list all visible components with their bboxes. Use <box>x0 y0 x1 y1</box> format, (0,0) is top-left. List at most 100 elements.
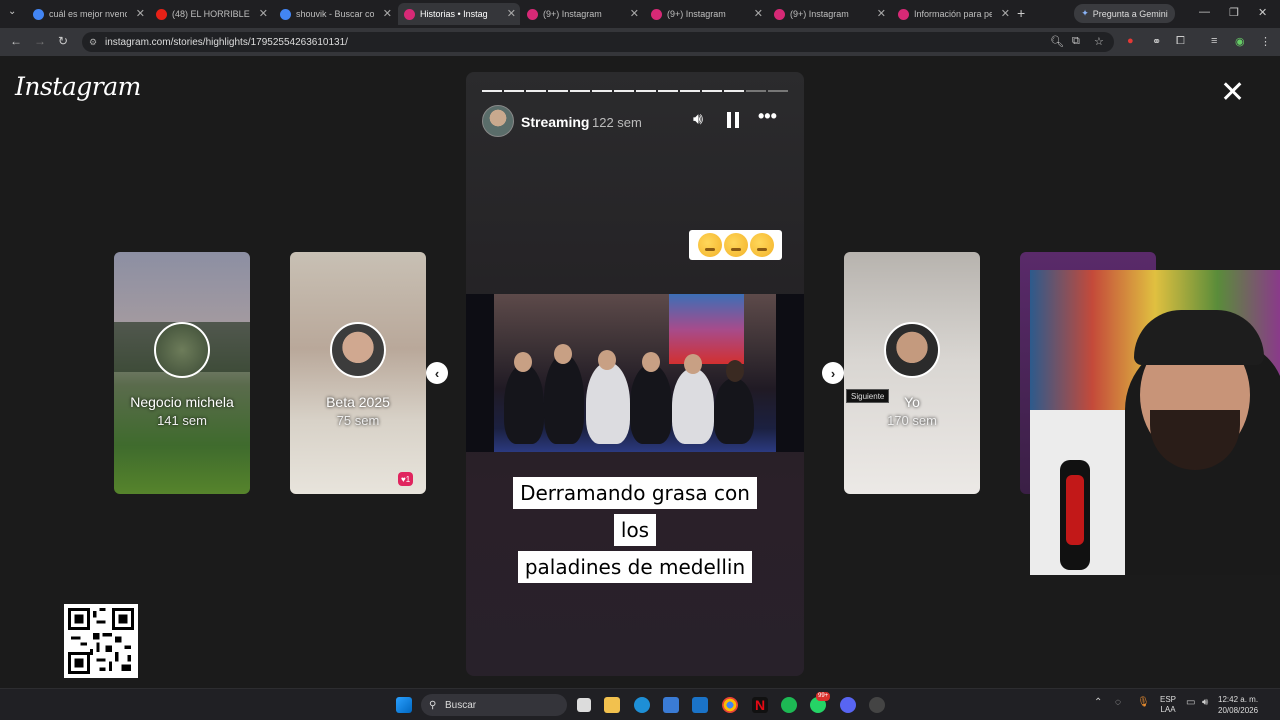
maximize-icon[interactable]: ❐ <box>1229 6 1239 19</box>
story-time: 122 sem <box>592 115 642 130</box>
person-cap <box>1134 310 1264 365</box>
avatar <box>154 322 210 378</box>
gemini-icon: ✦ <box>1081 8 1089 18</box>
speaker-icon[interactable]: 🔊︎ <box>1202 697 1208 708</box>
tab-close-icon[interactable]: ✕ <box>259 7 268 20</box>
tab-close-icon[interactable]: ✕ <box>754 7 763 20</box>
tab-close-icon[interactable]: ✕ <box>630 7 639 20</box>
profile-icon[interactable]: ◉ <box>1235 35 1245 48</box>
qr-code-image <box>68 608 134 674</box>
browser-tab[interactable]: Información para per ✕ <box>892 3 1014 25</box>
tab-close-icon[interactable]: ✕ <box>136 7 145 20</box>
qr-code <box>64 604 138 678</box>
netflix-icon[interactable]: N <box>752 697 768 713</box>
progress-segment <box>768 90 788 92</box>
minimize-icon[interactable]: — <box>1199 6 1210 18</box>
side-story-beta-2025[interactable]: Beta 2025 75 sem ♥ 1 <box>290 252 426 494</box>
tab-title: cuál es mejor nvenc I <box>49 9 127 19</box>
tab-close-icon[interactable]: ✕ <box>383 7 392 20</box>
tab-title: Información para per <box>914 9 992 19</box>
windows-taskbar: ⚲ Buscar N 99+ ⌃ ◌ 🎙︎ ESP LAA ▭ 🔊︎ 12:42… <box>0 688 1280 720</box>
display-icon[interactable]: ▭ <box>1186 697 1195 708</box>
next-story-button[interactable]: › <box>822 362 844 384</box>
browser-tab[interactable]: (9+) Instagram ✕ <box>768 3 890 25</box>
story-caption: Derramando grasa con los paladines de me… <box>510 476 760 587</box>
story-viewer[interactable]: Streaming 122 sem 🔊︎ ••• Derramando gras… <box>466 72 804 676</box>
media-control-icon[interactable]: ≡ <box>1211 35 1217 47</box>
zoom-icon[interactable]: 🔍︎ <box>1050 35 1064 48</box>
tab-close-icon[interactable]: ✕ <box>877 7 886 20</box>
reload-icon[interactable]: ↻ <box>58 34 68 48</box>
language-indicator[interactable]: ESP LAA <box>1160 695 1176 715</box>
tray-chevron-icon[interactable]: ⌃ <box>1094 697 1102 708</box>
tab-title: (9+) Instagram <box>790 9 849 19</box>
side-story-label: Beta 2025 <box>326 394 390 410</box>
tray-network-icon[interactable]: ◌ <box>1115 697 1121 708</box>
progress-segment <box>548 90 568 92</box>
search-icon: ⚲ <box>429 699 437 711</box>
previous-story-button[interactable]: ‹ <box>426 362 448 384</box>
extension-red-icon[interactable]: ● <box>1127 35 1134 47</box>
url-text: instagram.com/stories/highlights/1795255… <box>105 36 348 48</box>
progress-segment <box>592 90 612 92</box>
browser-tab[interactable]: (9+) Instagram ✕ <box>645 3 767 25</box>
tab-title: (9+) Instagram <box>543 9 602 19</box>
close-stories-icon[interactable]: ✕ <box>1220 78 1245 108</box>
outlook-icon[interactable] <box>692 697 708 713</box>
browser-tab[interactable]: (48) EL HORRIBLE FIN ✕ <box>150 3 272 25</box>
instagram-logo[interactable]: Instagram <box>15 72 141 101</box>
forward-icon[interactable]: → <box>34 34 46 48</box>
microphone-icon[interactable]: 🎙︎ <box>1137 697 1150 708</box>
close-window-icon[interactable]: ✕ <box>1258 6 1267 19</box>
discord-icon[interactable] <box>840 697 856 713</box>
url-field[interactable]: ⚙ instagram.com/stories/highlights/17952… <box>82 32 1114 52</box>
extension-link-icon[interactable]: ⚭ <box>1152 35 1161 48</box>
extensions-puzzle-icon[interactable]: ⧠ <box>1176 35 1185 48</box>
app-icon[interactable] <box>869 697 885 713</box>
progress-segment <box>658 90 678 92</box>
story-username[interactable]: Streaming <box>521 114 589 130</box>
new-tab-button[interactable]: + <box>1017 5 1025 21</box>
browser-tab[interactable]: Historias • Instag ✕ <box>398 3 520 25</box>
browser-tab[interactable]: shouvik - Buscar con ✕ <box>274 3 396 25</box>
side-story-negocio-michela[interactable]: Negocio michela 141 sem <box>114 252 250 494</box>
tab-close-icon[interactable]: ✕ <box>507 7 516 20</box>
heart-badge: ♥ 1 <box>398 472 414 486</box>
task-view-icon[interactable] <box>577 698 591 712</box>
avatar <box>884 322 940 378</box>
site-info-icon[interactable]: ⚙ <box>89 37 97 48</box>
notification-badge: 99+ <box>816 692 831 701</box>
system-clock[interactable]: 12:42 a. m. 20/08/2026 <box>1218 694 1258 716</box>
emoji-sticker <box>689 230 782 260</box>
taskbar-search[interactable]: ⚲ Buscar <box>421 694 567 716</box>
tab-search-icon[interactable]: ⌄ <box>8 6 16 17</box>
browser-tab[interactable]: (9+) Instagram ✕ <box>521 3 643 25</box>
store-icon[interactable] <box>663 697 679 713</box>
progress-segment <box>482 90 502 92</box>
edge-icon[interactable] <box>634 697 650 713</box>
file-explorer-icon[interactable] <box>604 697 620 713</box>
story-avatar[interactable] <box>482 105 514 137</box>
windows-start-icon[interactable] <box>396 697 412 713</box>
side-story-yo[interactable]: Yo 170 sem <box>844 252 980 494</box>
caption-line-1: Derramando grasa con los <box>513 477 757 546</box>
more-options-icon[interactable]: ••• <box>758 106 777 127</box>
browser-tab[interactable]: cuál es mejor nvenc I ✕ <box>27 3 149 25</box>
menu-kebab-icon[interactable]: ⋮ <box>1260 35 1271 48</box>
tab-title: Historias • Instag <box>420 9 488 19</box>
tab-close-icon[interactable]: ✕ <box>1001 7 1010 20</box>
search-placeholder: Buscar <box>445 699 477 711</box>
avatar <box>330 322 386 378</box>
spotify-icon[interactable] <box>781 697 797 713</box>
gemini-label: Pregunta a Gemini <box>1092 8 1168 19</box>
volume-icon[interactable]: 🔊︎ <box>693 111 703 129</box>
tab-favicon-icon <box>774 8 785 20</box>
gemini-button[interactable]: ✦ Pregunta a Gemini <box>1074 4 1175 23</box>
bookmark-star-icon[interactable]: ☆ <box>1094 35 1104 48</box>
pause-icon[interactable] <box>727 112 739 128</box>
install-icon[interactable]: ⧉ <box>1072 35 1080 48</box>
progress-segment <box>526 90 546 92</box>
back-icon[interactable]: ← <box>10 34 22 48</box>
chrome-icon[interactable] <box>722 697 738 713</box>
clock-date: 20/08/2026 <box>1218 706 1259 715</box>
